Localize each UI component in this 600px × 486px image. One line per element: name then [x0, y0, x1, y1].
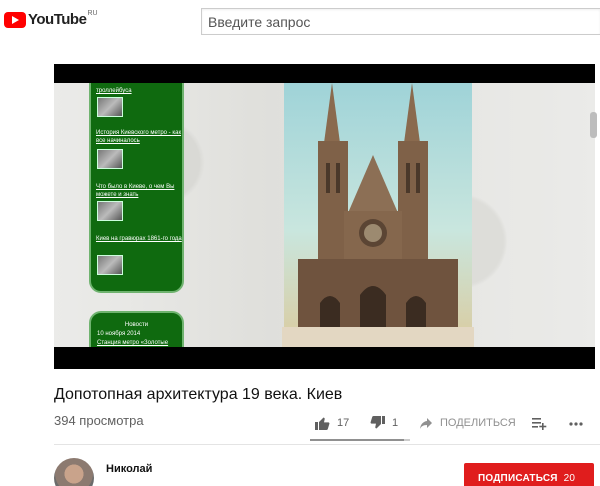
panel-thumbnail	[97, 201, 123, 221]
subscriber-count: 20	[563, 473, 576, 484]
panel-thumbnail	[97, 97, 123, 117]
channel-name[interactable]: Николай	[106, 463, 152, 475]
more-actions-button[interactable]	[568, 413, 584, 433]
dislike-button[interactable]: 1	[370, 413, 398, 433]
like-button[interactable]: 17	[314, 413, 349, 433]
more-horizontal-icon	[569, 422, 583, 426]
channel-avatar[interactable]	[54, 458, 94, 486]
masthead: YouTube RU Введите запрос	[0, 0, 600, 44]
panel-thumbnail	[97, 255, 123, 275]
panel-link: троллейбуса	[96, 88, 132, 94]
youtube-logo[interactable]: YouTube RU	[4, 10, 98, 28]
like-ratio-fill	[310, 439, 404, 441]
news-panel: Новости 10 ноября 2014 Станция метро «Зо…	[89, 311, 184, 347]
panel-link: Что было в Киеве, о чем Вы можете и знат…	[96, 184, 175, 198]
video-player[interactable]: троллейбуса История Киевского метро - ка…	[54, 64, 595, 369]
playlist-add-icon	[532, 418, 547, 430]
scrollbar-thumb[interactable]	[590, 112, 597, 138]
add-to-playlist-button[interactable]	[531, 413, 547, 433]
like-count: 17	[337, 417, 350, 429]
panel-thumbnail	[97, 149, 123, 169]
subscribe-label: ПОДПИСАТЬСЯ	[478, 473, 558, 484]
video-frame: троллейбуса История Киевского метро - ка…	[54, 83, 595, 347]
play-logo-icon	[4, 11, 26, 28]
image-caption-strip	[282, 327, 474, 347]
logo-text: YouTube	[28, 11, 87, 28]
like-ratio-bar	[310, 439, 410, 441]
logo-region: RU	[87, 10, 98, 17]
dislike-count: 1	[392, 417, 399, 429]
divider	[54, 444, 600, 445]
video-title: Допотопная архитектура 19 века. Киев	[54, 386, 343, 403]
search-input[interactable]: Введите запрос	[201, 8, 600, 35]
share-button[interactable]: ПОДЕЛИТЬСЯ	[419, 413, 516, 433]
sidebar-panel: троллейбуса История Киевского метро - ка…	[89, 83, 184, 293]
panel-link: История Киевского метро - как все начина…	[96, 130, 182, 144]
news-title: Новости	[124, 322, 149, 328]
news-date: 10 ноября 2014	[97, 331, 141, 337]
thumbs-up-icon	[315, 417, 330, 430]
share-label: ПОДЕЛИТЬСЯ	[440, 417, 516, 429]
view-count: 394 просмотра	[54, 413, 144, 428]
cathedral-image	[284, 83, 472, 329]
cathedral-drawing	[298, 83, 458, 329]
share-arrow-icon	[420, 418, 432, 429]
page: YouTube RU Введите запрос троллейбуса Ис…	[0, 0, 600, 486]
subscribe-button[interactable]: ПОДПИСАТЬСЯ 20	[464, 463, 594, 486]
news-link: Станция метро «Золотые ворота» опять в с…	[97, 340, 169, 346]
panel-link: Киев на гравюрах 1861-го года	[96, 236, 182, 242]
thumbs-down-icon	[370, 416, 385, 429]
